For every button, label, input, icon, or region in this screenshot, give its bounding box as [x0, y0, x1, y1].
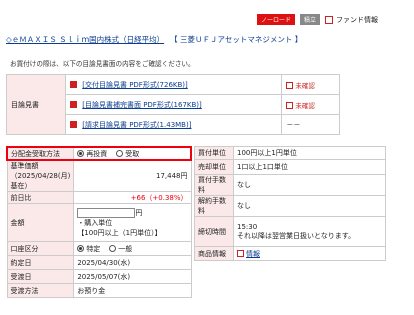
prev-label: 前日比	[6, 191, 75, 204]
buy-unit-value-right: 100円以上1円単位	[233, 146, 386, 160]
nav-label: 基準価額（2025/04/28(月)基在）	[6, 159, 75, 192]
sell-fee-label: 解約手数料	[194, 195, 234, 217]
buy-fee-label: 買付手数料	[194, 174, 234, 196]
reinvest-radio[interactable]	[77, 150, 85, 157]
account-general-radio[interactable]	[109, 245, 117, 252]
distribution-label: 分配金受取方法	[6, 146, 75, 161]
info-icon	[237, 250, 244, 257]
cutoff-cell: 15:30 それ以降は翌営業日扱いとなります。	[233, 216, 386, 247]
company-name: 【 三菱ＵＦＪアセットマネジメント 】	[170, 35, 303, 44]
buy-fee-value: なし	[233, 174, 386, 196]
fund-info-link[interactable]: ファンド情報	[325, 15, 378, 25]
account-options: 特定 一般	[73, 241, 192, 256]
settle-label: 受渡日	[6, 269, 75, 284]
doc-status-3: －－	[281, 114, 340, 135]
pdf-icon	[70, 121, 77, 128]
doc-row-1: [交付目論見書 PDF形式(726KB)]	[64, 74, 283, 95]
buy-unit-label: ・購入単位	[77, 218, 113, 227]
prospectus-label: 目論見書	[6, 74, 66, 135]
no-load-badge: ノーロード	[256, 14, 295, 25]
checkbox-icon	[286, 102, 294, 109]
amount-label: 金額	[6, 203, 75, 242]
fund-info-label: ファンド情報	[336, 15, 378, 24]
pdf-icon	[70, 101, 77, 108]
nav-value: 17,448円	[73, 159, 192, 192]
receipt-label: 受渡方法	[6, 283, 75, 298]
top-links: ノーロード 積立 ファンド情報	[256, 14, 378, 25]
checkbox-icon	[286, 82, 294, 89]
contract-value: 2025/04/30(水)	[73, 255, 192, 270]
doc-row-2: [目論見書補完書面 PDF形式(167KB)]	[64, 94, 283, 115]
cutoff-time: 15:30	[237, 222, 258, 231]
contract-label: 約定日	[6, 255, 75, 270]
fund-name-link[interactable]: ◇ｅＭＡＸＩＳ Ｓｌｉｍ国内株式（日経平均）	[6, 34, 164, 45]
sell-unit-label: 売却単位	[194, 159, 234, 175]
amount-cell: 円 ・購入単位 【100円以上（1円単位）】	[73, 203, 192, 242]
intro-text: お買付けの際は、以下の目論見書面の内容をご確認ください。	[10, 60, 195, 68]
distribution-options: 再投資 受取	[73, 146, 192, 161]
cutoff-label: 締切時間	[194, 216, 234, 247]
receive-radio[interactable]	[116, 150, 124, 157]
sell-fee-value: なし	[233, 195, 386, 217]
pdf-icon	[70, 81, 77, 88]
doc-link-2[interactable]: [目論見書補完書面 PDF形式(167KB)]	[82, 101, 202, 109]
receipt-value: お預り金	[73, 283, 192, 298]
settle-value: 2025/05/07(水)	[73, 269, 192, 284]
buy-unit-label-right: 買付単位	[194, 146, 234, 160]
product-info-cell: 情報	[233, 246, 386, 261]
prev-value: +66（+0.38%）	[73, 191, 192, 204]
amount-input[interactable]	[77, 207, 136, 218]
fund-conditions: 買付単位 100円以上1円単位 売却単位 1口以上1口単位 買付手数料 なし 解…	[194, 146, 386, 261]
product-info-link[interactable]: 情報	[246, 250, 260, 258]
cutoff-note: それ以降は翌営業日扱いとなります。	[237, 231, 356, 240]
doc-link-3[interactable]: [請求目論見書 PDF形式(1.43MB)]	[82, 121, 191, 129]
tsumitate-badge: 積立	[299, 14, 320, 25]
doc-row-3: [請求目論見書 PDF形式(1.43MB)]	[64, 114, 283, 135]
order-form: 分配金受取方法 再投資 受取 基準価額（2025/04/28(月)基在） 17,…	[6, 146, 192, 298]
doc-link-1[interactable]: [交付目論見書 PDF形式(726KB)]	[82, 81, 188, 89]
sell-unit-value: 1口以上1口単位	[233, 159, 386, 175]
doc-status-1: 未確認	[281, 74, 340, 95]
buy-unit-value: 【100円以上（1円単位）】	[77, 228, 162, 237]
doc-status-2: 未確認	[281, 94, 340, 115]
prospectus-table: 目論見書 [交付目論見書 PDF形式(726KB)] 未確認 [目論見書補完書面…	[6, 74, 340, 135]
product-info-label: 商品情報	[194, 246, 234, 261]
fund-info-icon	[325, 15, 333, 24]
page-title: ◇ｅＭＡＸＩＳ Ｓｌｉｍ国内株式（日経平均） 【 三菱ＵＦＪアセットマネジメント…	[6, 34, 302, 45]
account-label: 口座区分	[6, 241, 75, 256]
account-specific-radio[interactable]	[77, 245, 85, 252]
